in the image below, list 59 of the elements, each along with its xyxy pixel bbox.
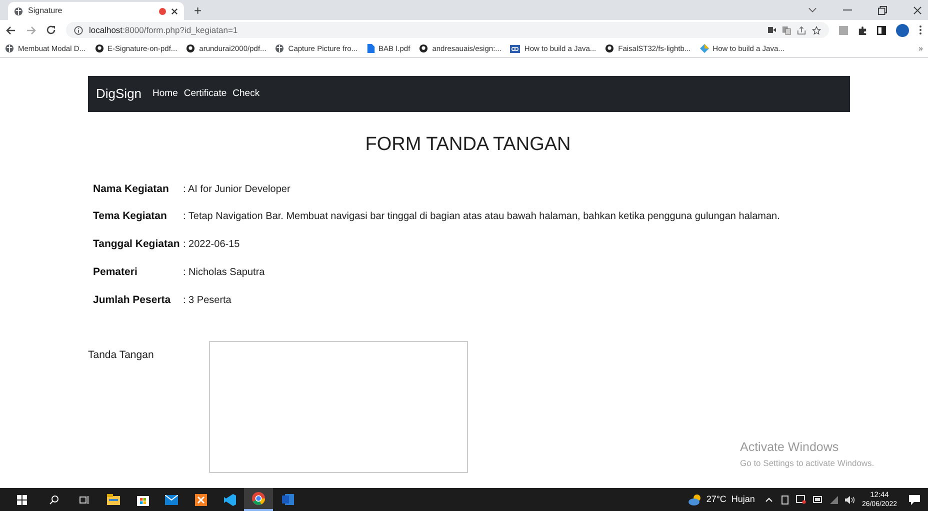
new-tab-button[interactable]: + (194, 4, 202, 16)
detail-value: : 3 Peserta (183, 294, 232, 308)
document-icon (366, 44, 374, 53)
detail-label: Pemateri (93, 264, 138, 280)
url-text: localhost:8000/form.php?id_kegiatan=1 (89, 24, 238, 36)
globe-icon (275, 44, 284, 53)
puzzle-icon[interactable] (858, 26, 867, 34)
link-logo-icon (510, 44, 520, 52)
task-view-icon[interactable] (79, 494, 89, 504)
field-label: Tanda Tangan (88, 348, 155, 364)
more-bookmarks-button[interactable]: » (918, 42, 923, 54)
browser-logo-icon[interactable] (244, 488, 273, 511)
nav-link[interactable]: Home (152, 86, 178, 102)
detail-label: Tema Kegiatan (93, 209, 168, 224)
activation-hint: Go to Settings to activate Windows. (740, 456, 874, 470)
nav-link[interactable]: Check (232, 86, 260, 102)
detail-value: : Nicholas Saputra (183, 266, 265, 280)
chevron-up-icon[interactable] (764, 497, 773, 502)
address-bar[interactable]: localhost:8000/form.php?id_kegiatan=1 (66, 22, 829, 38)
notification-icon[interactable] (909, 494, 920, 504)
browser-tab[interactable]: Signature (8, 2, 184, 20)
globe-icon (5, 44, 14, 53)
info-icon (74, 26, 83, 34)
wifi-icon[interactable] (830, 496, 838, 504)
translate-icon[interactable] (782, 26, 791, 34)
nav-link[interactable]: Certificate (184, 86, 227, 102)
menu-icon[interactable] (919, 25, 922, 35)
weather-text[interactable]: 27°C Hujan (706, 492, 755, 506)
tray-icon[interactable] (796, 495, 806, 504)
tray-icon[interactable] (780, 494, 789, 504)
page-title: FORM TANDA TANGAN (364, 133, 572, 157)
detail-label: Nama Kegiatan (93, 182, 170, 196)
reload-icon[interactable] (46, 25, 56, 35)
side-panel-icon[interactable] (877, 26, 886, 34)
detail-label: Tanggal Kegiatan (93, 237, 181, 252)
speaker-icon[interactable] (844, 496, 855, 504)
detail-value: : Tetap Navigation Bar. Membuat navigasi bar tinggal di bagian atas atau bawah halaman, bahkan ketika pengguna gulungan halaman. (183, 210, 780, 224)
camera-icon[interactable] (768, 27, 776, 33)
detail-value: : 2022-06-15 (183, 238, 240, 252)
search-icon[interactable] (49, 494, 59, 504)
avatar-icon[interactable] (896, 24, 909, 36)
weather-icon (688, 494, 702, 506)
detail-value: : AI for Junior Developer (183, 182, 290, 196)
close-icon[interactable] (913, 6, 922, 14)
battery-icon[interactable] (812, 496, 823, 503)
minimize-icon[interactable] (843, 9, 852, 11)
share-icon[interactable] (797, 26, 806, 34)
restore-icon[interactable] (878, 6, 887, 14)
tab-title: Signature (28, 5, 64, 17)
close-icon[interactable] (171, 8, 178, 14)
start-icon[interactable] (17, 494, 27, 504)
activation-title: Activate Windows (740, 439, 840, 456)
back-icon[interactable] (6, 26, 16, 34)
brand-link[interactable]: DigSign (96, 84, 142, 104)
detail-label: Jumlah Peserta (93, 292, 172, 308)
diamond-logo-icon (700, 44, 709, 53)
chevron-down-icon[interactable] (808, 7, 817, 13)
star-icon[interactable] (812, 26, 821, 34)
globe-icon (14, 6, 23, 16)
